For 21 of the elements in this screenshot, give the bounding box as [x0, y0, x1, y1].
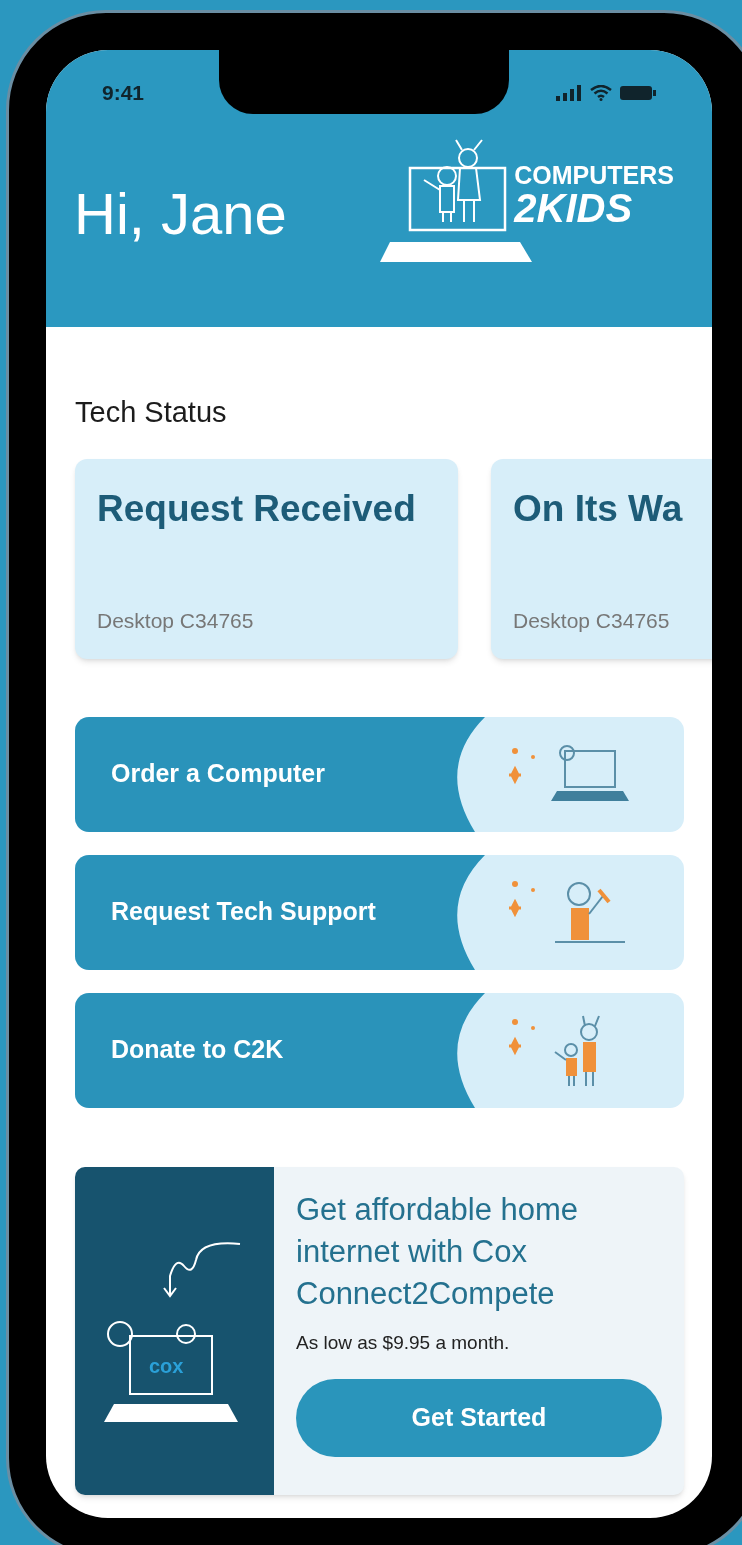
- battery-icon: [620, 85, 656, 101]
- get-started-button[interactable]: Get Started: [296, 1379, 662, 1457]
- cox-logo-text: cox: [149, 1353, 184, 1379]
- promo-subtitle: As low as $9.95 a month.: [296, 1330, 511, 1355]
- status-card[interactable]: On Its Wa Desktop C34765: [491, 458, 712, 659]
- logo-text: 2KIDS: [514, 188, 634, 228]
- signal-icon: [556, 85, 582, 101]
- wifi-icon: [590, 85, 612, 101]
- promo-headline: Get affordable home internet with Cox Connect2Compete: [296, 1190, 580, 1313]
- action-card[interactable]: Donate to C2K: [75, 992, 684, 1108]
- logo-text: COMPUTERS: [514, 163, 674, 188]
- action-card[interactable]: Request Tech Support: [75, 854, 684, 970]
- status-time: 9:41: [102, 80, 145, 107]
- status-card[interactable]: Request Received Desktop C34765: [75, 458, 458, 659]
- action-card[interactable]: Order a Computer: [75, 716, 684, 832]
- device-name: Desktop C34765: [97, 608, 255, 634]
- device-name: Desktop C34765: [513, 608, 671, 634]
- status-title: On Its Wa: [513, 486, 684, 531]
- section-title: Tech Status: [75, 395, 228, 430]
- status-title: Request Received: [97, 486, 417, 531]
- greeting: Hi, Jane: [74, 185, 287, 243]
